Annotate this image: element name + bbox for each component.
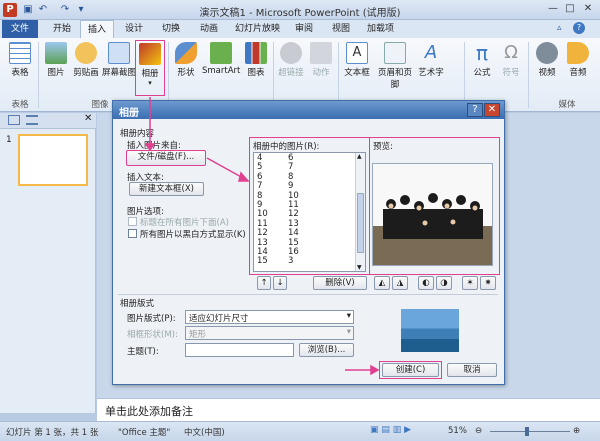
- arrowhead: [144, 143, 156, 152]
- arrow-file-to-list: [206, 157, 244, 179]
- arrowhead: [238, 171, 250, 182]
- annotation-arrows: [144, 97, 380, 376]
- arrowhead: [370, 364, 380, 376]
